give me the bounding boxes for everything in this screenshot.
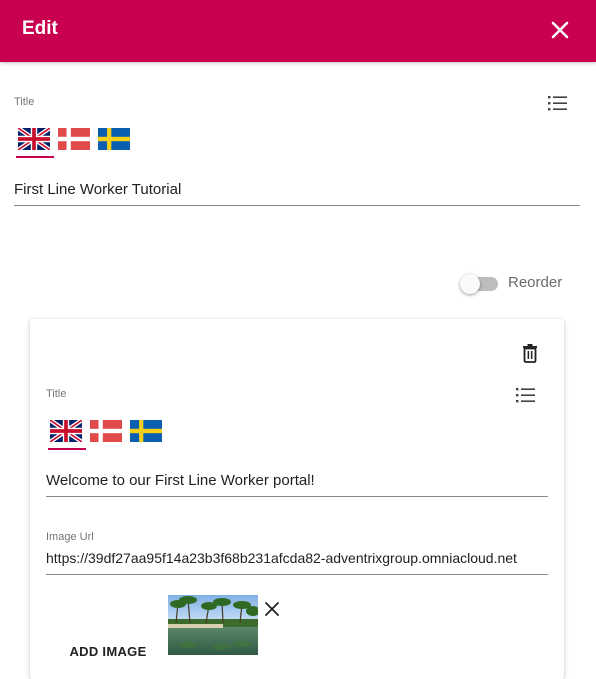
item-list-icon[interactable] [515,386,537,404]
denmark-flag-icon [90,420,122,442]
reorder-toggle[interactable] [460,274,500,294]
sweden-flag-icon [98,128,130,150]
flag-uk[interactable] [16,128,54,158]
title-input[interactable]: First Line Worker Tutorial [14,174,580,206]
image-thumbnail [168,595,258,655]
dialog-title: Edit [22,18,58,39]
toggle-thumb [460,274,480,294]
item-title-input[interactable]: Welcome to our First Line Worker portal! [46,465,548,497]
delete-item-button[interactable] [521,343,539,363]
item-card [30,319,564,679]
add-image-button[interactable]: ADD IMAGE [62,636,154,666]
remove-image-button[interactable] [263,600,281,618]
uk-flag-icon [50,420,82,442]
trash-icon[interactable] [521,343,539,363]
list-icon[interactable] [547,94,569,112]
close-icon[interactable] [546,16,574,44]
sweden-flag-icon [130,420,162,442]
dialog-header: Edit [0,0,596,62]
close-button[interactable] [546,16,574,44]
image-url-input[interactable]: https://39df27aa95f14a23b3f68b231afcda82… [46,543,548,575]
flag-sweden[interactable] [98,128,130,152]
close-icon[interactable] [263,600,281,618]
title-label: Title [14,96,35,108]
uk-flag-icon [18,128,50,150]
item-flag-sweden[interactable] [130,420,162,444]
item-flag-denmark[interactable] [90,420,122,444]
image-url-label: Image Url [46,531,94,543]
denmark-flag-icon [58,128,90,150]
reorder-label: Reorder [508,274,563,291]
flag-denmark[interactable] [58,128,90,152]
item-flag-uk[interactable] [48,420,86,450]
item-title-label: Title [46,388,67,400]
